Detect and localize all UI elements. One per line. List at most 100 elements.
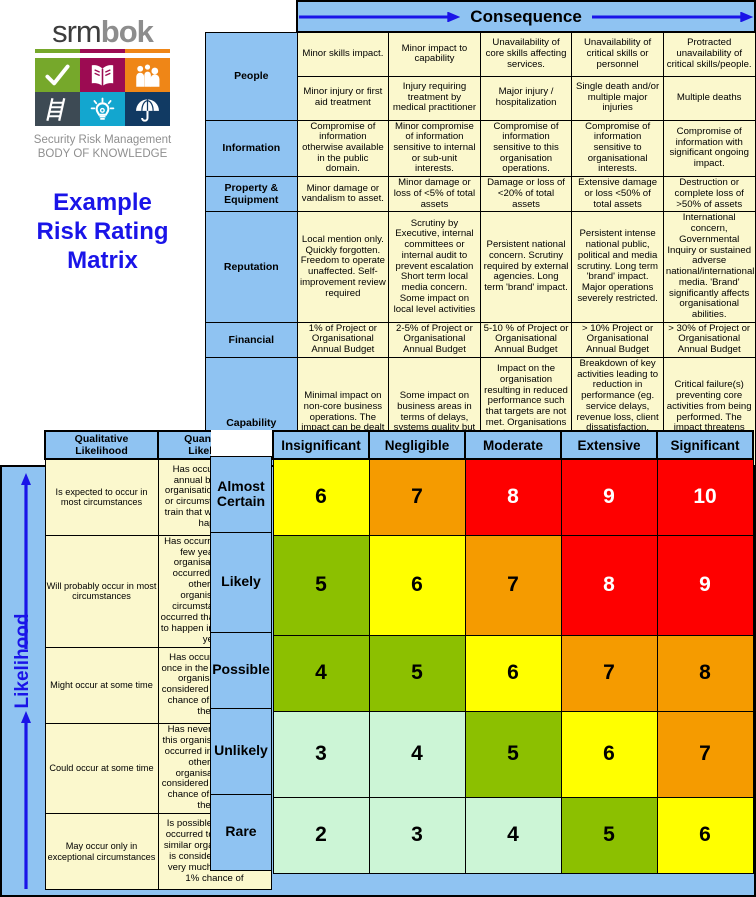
consequence-cell: Major injury / hospitalization [479, 75, 573, 121]
consequence-level-moderate: Moderate [464, 430, 562, 460]
likelihood-header-qualitative: Qualitative Likelihood [44, 429, 159, 461]
risk-grid-row: 23456 [272, 796, 754, 874]
risk-cell-almost-certain-significant[interactable]: 10 [656, 458, 754, 536]
consequence-cell: Minor skills impact. [296, 31, 390, 77]
severity-row: Almost Certain [210, 455, 272, 533]
consequence-cell: Scrutiny by Executive, internal committe… [388, 211, 481, 323]
severity-label-unlikely: Unlikely [210, 707, 272, 795]
consequence-row: Reputation Local mention only. Quickly fo… [205, 211, 756, 323]
consequence-cell: > 10% Project or Organisational Annual B… [571, 321, 664, 358]
consequence-cell: Damage or loss of <20% of total assets [479, 176, 573, 213]
wordmark-color-bar [34, 49, 171, 53]
consequence-corner-blank [205, 1, 298, 32]
consequence-category-property-equipment: Property & Equipment [205, 176, 298, 213]
consequence-level-insignificant: Insignificant [272, 430, 370, 460]
risk-cell-unlikely-extensive[interactable]: 6 [560, 710, 658, 798]
consequence-row: Information Compromise of information oth… [205, 119, 756, 178]
consequence-cell: 1% of Project or Organisational Annual B… [296, 321, 390, 358]
wordmark-light: srm [52, 14, 102, 49]
logo-caption-line2: BODY OF KNOWLEDGE [37, 148, 168, 161]
risk-cell-likely-moderate[interactable]: 7 [464, 534, 562, 636]
risk-rating-grid: Insignificant Negligible Moderate Extensive… [272, 430, 754, 874]
risk-cell-likely-negligible[interactable]: 6 [368, 534, 466, 636]
consequence-cell: Unavailability of critical skills or per… [571, 31, 664, 77]
logo-tile-lightbulb [79, 92, 126, 126]
logo-tile-check [34, 58, 80, 92]
consequence-cell: > 30% of Project or Organisational Annua… [662, 321, 756, 358]
severity-label-almost-certain: Almost Certain [210, 455, 272, 533]
severity-row: Rare [210, 793, 272, 871]
risk-cell-almost-certain-extensive[interactable]: 9 [560, 458, 658, 536]
risk-cell-possible-insignificant[interactable]: 4 [272, 634, 370, 712]
consequence-cell: Minor impact to capability [388, 31, 481, 77]
risk-grid-row: 34567 [272, 710, 754, 798]
page-title-line1: Example [53, 188, 152, 216]
umbrella-icon [136, 98, 160, 122]
risk-cell-rare-negligible[interactable]: 3 [368, 796, 466, 874]
risk-cell-possible-moderate[interactable]: 6 [464, 634, 562, 712]
risk-cell-likely-extensive[interactable]: 8 [560, 534, 658, 636]
consequence-cell: Compromise of information sensitive to o… [571, 119, 664, 178]
consequence-cell: Injury requiring treatment by medical pr… [388, 75, 481, 121]
severity-header-blank [210, 430, 272, 456]
consequence-cell: 2-5% of Project or Organisational Annual… [388, 321, 481, 358]
severity-header-blank-row [210, 430, 272, 456]
risk-cell-rare-insignificant[interactable]: 2 [272, 796, 370, 874]
risk-cell-unlikely-negligible[interactable]: 4 [368, 710, 466, 798]
page-title-line2: Risk Rating [36, 218, 169, 246]
consequence-cell: Persistent national concern. Scrutiny re… [479, 211, 573, 323]
consequence-category-people: People [205, 31, 298, 121]
logo-tile-book [79, 58, 126, 92]
risk-cell-unlikely-insignificant[interactable]: 3 [272, 710, 370, 798]
likelihood-qualitative-cell: May occur only in exceptional circumstan… [44, 813, 159, 891]
consequence-category-information: Information [205, 119, 298, 178]
likelihood-severity-column: Almost Certain Likely Possible Unlikely Rare [210, 430, 272, 871]
severity-row: Possible [210, 631, 272, 709]
risk-cell-unlikely-moderate[interactable]: 5 [464, 710, 562, 798]
consequence-cell: Persistent intense national public, poli… [571, 211, 664, 323]
consequence-cell: Compromise of information otherwise avai… [296, 119, 390, 178]
risk-grid-row: 6 7 8 9 10 [272, 458, 754, 536]
risk-cell-possible-negligible[interactable]: 5 [368, 634, 466, 712]
risk-cell-rare-significant[interactable]: 6 [656, 796, 754, 874]
logo-tile-grid [34, 58, 171, 126]
risk-cell-rare-extensive[interactable]: 5 [560, 796, 658, 874]
likelihood-qualitative-cell: Will probably occur in most circumstance… [44, 534, 159, 648]
lightbulb-icon [90, 97, 115, 120]
severity-row: Likely [210, 531, 272, 633]
risk-cell-almost-certain-moderate[interactable]: 8 [464, 458, 562, 536]
risk-cell-possible-extensive[interactable]: 7 [560, 634, 658, 712]
consequence-level-significant: Significant [656, 430, 754, 460]
wordmark-bar-segment [34, 49, 80, 53]
risk-cell-almost-certain-negligible[interactable]: 7 [368, 458, 466, 536]
consequence-cell: Minor damage or vandalism to asset. [296, 176, 390, 213]
consequence-category-reputation: Reputation [205, 211, 298, 323]
consequence-cell: Unavailability of core skills affecting … [479, 31, 573, 77]
likelihood-axis-label: Likelihood [12, 613, 33, 709]
risk-cell-almost-certain-insignificant[interactable]: 6 [272, 458, 370, 536]
risk-cell-likely-insignificant[interactable]: 5 [272, 534, 370, 636]
risk-cell-rare-moderate[interactable]: 4 [464, 796, 562, 874]
risk-matrix-section: Likelihood QualitativeLikelihoodQuantita… [0, 429, 756, 897]
risk-cell-unlikely-significant[interactable]: 7 [656, 710, 754, 798]
wordmark-bar-segment [125, 49, 171, 53]
consequence-header-row: Consequence [205, 0, 756, 33]
consequence-banner-label: Consequence [470, 6, 582, 26]
risk-grid-row: 45678 [272, 634, 754, 712]
consequence-cell: Compromise of information sensitive to t… [479, 119, 573, 178]
consequence-arrow-right [299, 11, 461, 22]
consequence-level-extensive: Extensive [560, 430, 658, 460]
logo-caption-line1: Security Risk Management [33, 134, 172, 146]
risk-cell-likely-significant[interactable]: 9 [656, 534, 754, 636]
wordmark-bold: bok [100, 14, 154, 49]
consequence-row: Property & Equipment Minor damage or vand… [205, 176, 756, 213]
likelihood-qualitative-cell: Could occur at some time [44, 722, 159, 815]
logo-caption: Security Risk Management BODY OF KNOWLED… [0, 133, 205, 162]
ladder-icon [45, 97, 66, 121]
page-title-line3: Matrix [67, 247, 138, 275]
consequence-cell: International concern, Governmental Inqu… [662, 211, 756, 323]
consequence-cell: 5-10 % of Project or Organisational Annu… [479, 321, 573, 358]
risk-cell-possible-significant[interactable]: 8 [656, 634, 754, 712]
wordmark-bar-segment [79, 49, 126, 53]
consequence-cell: Extensive damage or loss <50% of total a… [571, 176, 664, 213]
